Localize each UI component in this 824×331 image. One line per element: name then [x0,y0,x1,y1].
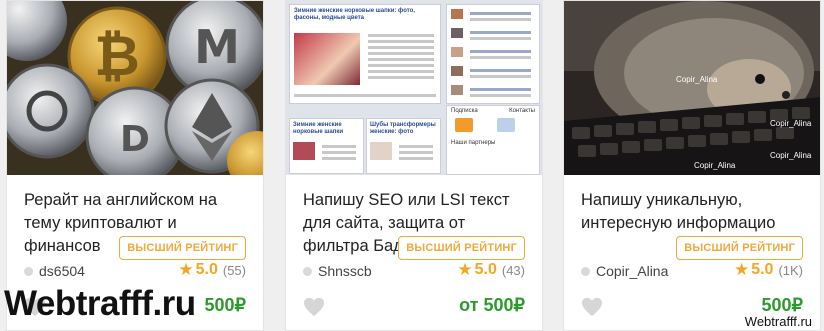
thumb-photo-woman [294,33,360,85]
seller-info[interactable]: Copir_Alina [581,263,668,279]
thumb-watermark-3: Copir_Alina [770,151,812,160]
rating: ★ 5.0 (43) [457,260,525,280]
thumb-watermark-4: Copir_Alina [694,161,736,170]
thumb-subscribe-panel: Подписка Контакты Наши партнеры [446,105,540,175]
rating-value: 5.0 [195,261,218,278]
watermark-right: Webtrafff.ru [744,314,812,329]
svg-text:M: M [194,20,240,74]
gig-thumbnail-website-collage[interactable]: Зимние женские норковые шапки: фото, фас… [286,1,542,175]
thumb-article-panel: Зимние женские норковые шапки: фото, фас… [289,4,441,104]
thumb-sidebar-panel [446,4,540,104]
gig-card[interactable]: ₿ M D Рерайт на английском на тему крипт… [6,0,264,331]
star-icon: ★ [733,260,750,279]
seller-status-dot [581,266,590,276]
thumb-contacts-label: Контакты [509,108,535,114]
gig-cards-grid: ₿ M D Рерайт на английском на тему крипт… [0,0,824,331]
thumb-lower-mid-title: Шубы трансформеры женские: фото [370,122,436,135]
star-icon: ★ [178,260,194,279]
seller-status-dot [303,266,312,276]
gig-thumbnail-hedgehog[interactable]: Copir_Alina Copir_Alina Copir_Alina Copi… [564,1,820,175]
price: 500₽ [204,295,246,315]
gig-thumbnail-crypto-coins[interactable]: ₿ M D [7,1,263,175]
price: 500₽ [761,295,803,315]
thumb-subscribe-label: Подписка [451,108,478,114]
seller-info[interactable]: Shnsscb [303,263,372,279]
svg-text:D: D [120,119,150,160]
gig-title-text[interactable]: Напишу уникальную, интересную информацио [581,191,775,232]
mail-icon [497,118,515,132]
seller-name[interactable]: ds6504 [39,263,85,279]
top-rating-badge: ВЫСШИЙ РЕЙТИНГ [676,236,803,260]
top-rating-badge: ВЫСШИЙ РЕЙТИНГ [119,236,246,260]
heart-icon[interactable] [581,297,603,317]
rating: ★ 5.0 (1K) [734,260,803,280]
seller-info[interactable]: ds6504 [24,263,85,279]
seller-name[interactable]: Copir_Alina [596,263,668,279]
price: от 500₽ [459,295,525,315]
review-count: (1K) [778,262,803,278]
seller-status-dot [24,266,33,276]
rating-value: 5.0 [474,261,497,278]
seller-name[interactable]: Shnsscb [318,263,372,279]
rating-value: 5.0 [751,261,774,278]
heart-icon[interactable] [303,297,325,317]
thumb-watermark-2: Copir_Alina [770,119,812,128]
star-icon: ★ [457,260,473,279]
thumb-partners-label: Наши партнеры [451,140,496,146]
thumb-watermark-1: Copir_Alina [676,75,718,84]
rating: ★ 5.0 (55) [178,260,246,280]
thumb-headline: Зимние женские норковые шапки: фото, фас… [294,8,415,21]
review-count: (43) [501,262,525,278]
gig-card[interactable]: Copir_Alina Copir_Alina Copir_Alina Copi… [563,0,821,331]
review-count: (55) [222,262,246,278]
svg-text:₿: ₿ [94,24,140,89]
rss-icon [455,118,473,132]
gig-card[interactable]: Зимние женские норковые шапки: фото, фас… [285,0,543,331]
thumb-lower-left-title: Зимние женские норковые шапки [293,122,344,135]
top-rating-badge: ВЫСШИЙ РЕЙТИНГ [398,236,525,260]
thumb-card-left: Зимние женские норковые шапки [289,118,364,174]
thumb-card-mid: Шубы трансформеры женские: фото [366,118,441,174]
watermark-left: Webtrafff.ru [4,284,196,323]
